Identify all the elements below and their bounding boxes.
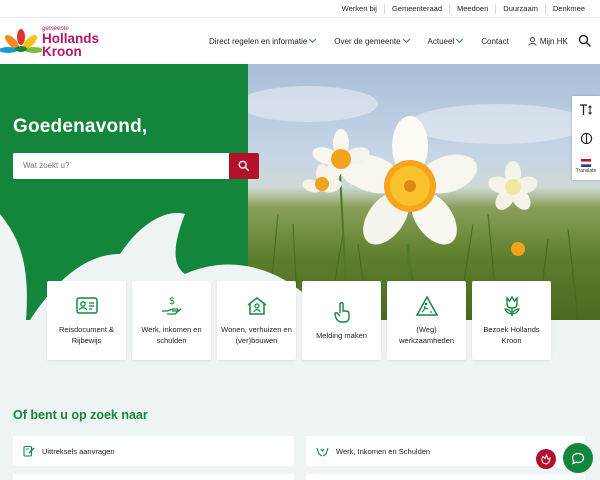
tile-label: Bezoek Hollands Kroon xyxy=(483,325,540,345)
link-row-partial xyxy=(306,474,585,480)
tile-label: Wonen, verhuizen en (ver)bouwen xyxy=(221,325,292,345)
link-row-partial xyxy=(13,474,294,480)
greeting-heading: Goedenavond, xyxy=(13,116,148,137)
topbar-link-duurzaam[interactable]: Duurzaam xyxy=(495,4,545,14)
search-icon xyxy=(238,160,250,172)
tile-werkzaamheden[interactable]: (Weg) werkzaamheden xyxy=(387,281,466,360)
contrast-icon xyxy=(580,132,592,144)
logo-flower-icon xyxy=(0,29,42,53)
link-label: Uittreksels aanvragen xyxy=(42,446,115,456)
nav-actueel-label: Actueel xyxy=(427,36,455,46)
nav-mijn-hk[interactable]: Mijn HK xyxy=(528,37,568,46)
main-header: gemeente Hollands Kroon Direct regelen e… xyxy=(0,18,600,64)
id-card-icon xyxy=(75,297,98,314)
top-utility-bar: Werken bij Gemeenteraad Meedoen Duurzaam… xyxy=(0,0,600,18)
chevron-down-icon xyxy=(456,35,464,44)
tulip-icon xyxy=(503,295,520,316)
link-label: Werk, Inkomen en Schulden xyxy=(336,446,431,456)
nav-direct-regelen[interactable]: Direct regelen en informatie xyxy=(209,35,317,46)
topbar-link-werken-bij[interactable]: Werken bij xyxy=(335,4,384,14)
tile-melding[interactable]: Melding maken xyxy=(302,281,381,360)
search-submit-button[interactable] xyxy=(229,153,259,179)
nav-contact[interactable]: Contact xyxy=(481,37,509,46)
read-aloud-button[interactable] xyxy=(572,124,600,152)
quick-tiles: Reisdocument & Rijbewijs $ Werk, inkomen… xyxy=(47,281,557,360)
dutch-flag-icon xyxy=(581,158,591,167)
translate-button[interactable]: Translate xyxy=(572,152,600,180)
tile-label: Reisdocument & Rijbewijs xyxy=(58,325,115,345)
tile-label: (Weg) werkzaamheden xyxy=(398,325,455,345)
nav-direct-regelen-label: Direct regelen en informatie xyxy=(209,36,308,46)
text-size-icon xyxy=(580,104,592,115)
nav-over-de-gemeente[interactable]: Over de gemeente xyxy=(334,35,410,46)
house-icon xyxy=(247,297,266,315)
user-icon xyxy=(528,36,537,46)
chevron-down-icon xyxy=(309,35,317,44)
main-nav: Direct regelen en informatie Over de gem… xyxy=(209,18,568,64)
topbar-link-denkmee[interactable]: Denkmee xyxy=(544,4,592,14)
topbar-link-meedoen[interactable]: Meedoen xyxy=(449,4,495,14)
search-icon[interactable] xyxy=(578,34,592,48)
tile-reisdocument[interactable]: Reisdocument & Rijbewijs xyxy=(47,281,126,360)
nav-actueel[interactable]: Actueel xyxy=(427,35,464,46)
translate-label: Translate xyxy=(575,167,597,174)
tile-werk-inkomen[interactable]: $ Werk, inkomen en schulden xyxy=(132,281,211,360)
pointing-hand-icon xyxy=(333,302,350,323)
text-size-button[interactable] xyxy=(572,96,600,124)
chevron-down-icon xyxy=(402,35,410,44)
logo-name: Hollands Kroon xyxy=(42,32,99,59)
tile-bezoek[interactable]: Bezoek Hollands Kroon xyxy=(472,281,551,360)
money-hand-icon: $ xyxy=(161,296,181,315)
svg-text:$: $ xyxy=(168,296,174,307)
tile-wonen[interactable]: Wonen, verhuizen en (ver)bouwen xyxy=(217,281,296,360)
search-input[interactable] xyxy=(13,153,229,179)
side-toolbar: Translate xyxy=(572,96,600,180)
logo[interactable]: gemeente Hollands Kroon xyxy=(0,24,110,60)
accessibility-button[interactable] xyxy=(536,449,556,469)
logo-line2: Kroon xyxy=(42,44,82,59)
topbar-link-gemeenteraad[interactable]: Gemeenteraad xyxy=(383,4,449,14)
nav-mijn-hk-label: Mijn HK xyxy=(539,36,568,46)
section-title: Of bent u op zoek naar xyxy=(13,408,148,422)
tile-label: Werk, inkomen en schulden xyxy=(141,325,202,345)
document-pen-icon xyxy=(23,445,35,457)
hand-sign-icon xyxy=(541,453,551,465)
link-uittreksels[interactable]: Uittreksels aanvragen xyxy=(13,436,294,466)
chat-button[interactable] xyxy=(563,443,593,473)
tile-label: Melding maken xyxy=(316,331,367,340)
hands-icon xyxy=(316,447,329,457)
nav-over-label: Over de gemeente xyxy=(334,36,401,46)
road-works-icon xyxy=(415,295,438,316)
chat-bubble-icon xyxy=(571,452,585,465)
